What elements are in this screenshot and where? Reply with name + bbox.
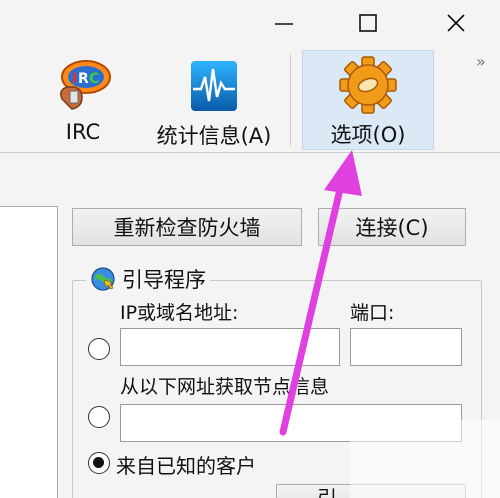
server-list-panel[interactable] [0, 206, 58, 498]
toolbar-overflow-chevron-icon[interactable]: » [476, 52, 486, 71]
close-icon [447, 14, 465, 32]
toolbar-options-label: 选项(O) [330, 123, 406, 147]
connect-button[interactable]: 连接(C) [318, 208, 466, 246]
watermark-overlay [350, 420, 500, 498]
svg-text:I: I [72, 71, 77, 87]
toolbar-irc-button[interactable]: I R C IRC [38, 48, 128, 154]
recheck-firewall-button[interactable]: 重新检查防火墙 [72, 208, 302, 246]
minimize-icon [275, 23, 293, 25]
toolbar-irc-label: IRC [65, 120, 101, 144]
svg-text:R: R [78, 71, 89, 87]
toolbar-separator [290, 54, 291, 146]
known-clients-label: 来自已知的客户 [116, 454, 256, 478]
toolbar: I R C IRC 统计信息(A) 选项(O) » [0, 46, 500, 154]
bootstrap-globe-icon [91, 267, 115, 291]
ip-address-label: IP或域名地址: [120, 302, 239, 324]
close-button[interactable] [426, 0, 486, 46]
bootstrap-group-title-text: 引导程序 [122, 268, 206, 292]
minimize-button[interactable] [254, 0, 314, 46]
radio-known-clients[interactable] [88, 452, 110, 474]
svg-text:C: C [89, 71, 99, 87]
irc-chat-icon: I R C [50, 54, 116, 118]
bootstrap-group-title: 引导程序 [86, 264, 210, 294]
port-label: 端口: [350, 302, 395, 324]
maximize-button[interactable] [338, 0, 398, 46]
radio-ip-address[interactable] [88, 338, 110, 360]
toolbar-statistics-button[interactable]: 统计信息(A) [146, 48, 282, 154]
toolbar-statistics-label: 统计信息(A) [156, 124, 272, 148]
toolbar-divider [0, 152, 500, 153]
node-url-label: 从以下网址获取节点信息 [120, 376, 330, 398]
maximize-icon [359, 14, 377, 32]
radio-node-url[interactable] [88, 406, 110, 428]
toolbar-options-button[interactable]: 选项(O) [302, 50, 434, 150]
options-gear-icon [335, 53, 401, 117]
ip-address-input[interactable] [120, 328, 340, 366]
statistics-waveform-icon [181, 54, 247, 118]
port-input[interactable] [350, 328, 462, 366]
